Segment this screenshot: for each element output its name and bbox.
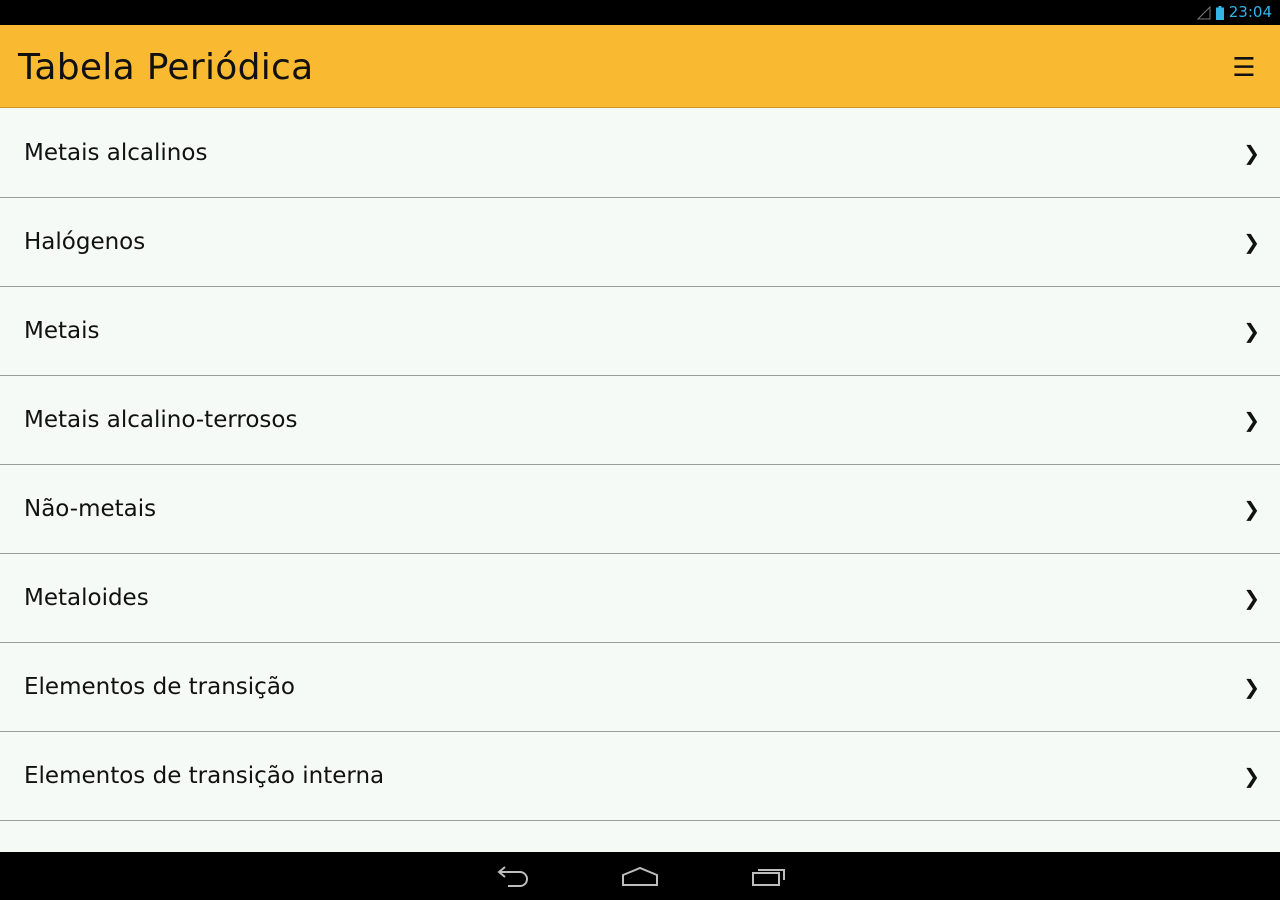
list-item-nao-metais[interactable]: Não-metais ❯ — [0, 465, 1280, 554]
chevron-right-icon: ❯ — [1243, 675, 1260, 699]
chevron-right-icon: ❯ — [1243, 408, 1260, 432]
device-screen: 23:04 Tabela Periódica ☰ Metais alcalino… — [0, 0, 1280, 900]
signal-icon — [1196, 5, 1211, 20]
list-item-label: Elementos de transição interna — [24, 763, 385, 789]
home-icon — [620, 865, 660, 887]
back-icon — [494, 865, 530, 887]
list-item-metais-alcalino-terrosos[interactable]: Metais alcalino-terrosos ❯ — [0, 376, 1280, 465]
list-item-elementos-de-transicao[interactable]: Elementos de transição ❯ — [0, 643, 1280, 732]
menu-button[interactable]: ☰ — [1226, 53, 1262, 83]
chevron-right-icon: ❯ — [1243, 141, 1260, 165]
chevron-right-icon: ❯ — [1243, 230, 1260, 254]
list-item-label: Metais alcalino-terrosos — [24, 407, 298, 433]
list-item-label: Metais — [24, 318, 100, 344]
list-item-label: Metaloides — [24, 585, 149, 611]
status-time: 23:04 — [1228, 3, 1272, 21]
status-indicators: 23:04 — [1196, 0, 1272, 25]
chevron-right-icon: ❯ — [1243, 319, 1260, 343]
list-item-metais[interactable]: Metais ❯ — [0, 287, 1280, 376]
chevron-right-icon: ❯ — [1243, 586, 1260, 610]
list-item-label: Halógenos — [24, 229, 146, 255]
action-bar: Tabela Periódica ☰ — [0, 25, 1280, 108]
list-item-label: Elementos de transição — [24, 674, 295, 700]
list-item-partial[interactable] — [0, 821, 1280, 852]
recents-button[interactable] — [739, 860, 799, 892]
status-bar: 23:04 — [0, 0, 1280, 25]
category-list[interactable]: Metais alcalinos ❯ Halógenos ❯ Metais ❯ … — [0, 109, 1280, 852]
list-item-metaloides[interactable]: Metaloides ❯ — [0, 554, 1280, 643]
app-title: Tabela Periódica — [18, 47, 314, 88]
list-item-elementos-de-transicao-interna[interactable]: Elementos de transição interna ❯ — [0, 732, 1280, 821]
list-item-label: Metais alcalinos — [24, 140, 208, 166]
recents-icon — [751, 865, 787, 887]
battery-icon — [1215, 5, 1224, 20]
navigation-bar — [0, 852, 1280, 900]
chevron-right-icon: ❯ — [1243, 764, 1260, 788]
hamburger-menu-icon: ☰ — [1232, 53, 1256, 83]
home-button[interactable] — [610, 860, 670, 892]
back-button[interactable] — [482, 860, 542, 892]
list-item-halogenos[interactable]: Halógenos ❯ — [0, 198, 1280, 287]
list-item-label: Não-metais — [24, 496, 157, 522]
chevron-right-icon: ❯ — [1243, 497, 1260, 521]
list-item-metais-alcalinos[interactable]: Metais alcalinos ❯ — [0, 109, 1280, 198]
